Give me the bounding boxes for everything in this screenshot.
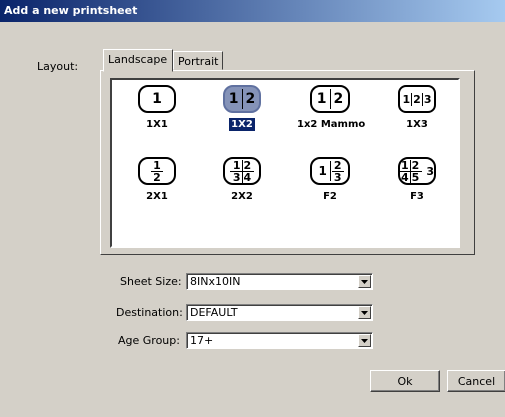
layout-item-label: 2X2 xyxy=(231,191,253,202)
layout-item-1x1[interactable]: 1 1X1 xyxy=(122,85,192,140)
title-bar: Add a new printsheet xyxy=(0,0,505,22)
layout-item-label: F3 xyxy=(410,191,424,202)
destination-value: DEFAULT xyxy=(190,306,238,319)
layout-grid: 1 1X1 12 1X2 12 1x2 Mammo 123 1X3 12 2X1… xyxy=(110,78,460,248)
ok-button[interactable]: Ok xyxy=(370,370,440,392)
age-group-select[interactable]: 17+ xyxy=(186,332,373,349)
layout-item-label: 1X1 xyxy=(146,119,168,130)
layout-item-f3[interactable]: 12453 F3 xyxy=(382,157,452,212)
layout-item-label: 1X2 xyxy=(229,118,255,131)
layout-item-1x2[interactable]: 12 1X2 xyxy=(207,85,277,140)
age-group-label: Age Group: xyxy=(118,334,180,347)
layout-item-1x2-mammo[interactable]: 12 1x2 Mammo xyxy=(295,85,365,140)
tab-landscape[interactable]: Landscape xyxy=(103,49,173,72)
layout-item-1x3[interactable]: 123 1X3 xyxy=(382,85,452,140)
layout-item-2x2[interactable]: 1234 2X2 xyxy=(207,157,277,212)
layout-item-label: 1X3 xyxy=(406,119,428,130)
chevron-down-icon[interactable] xyxy=(358,306,371,319)
layout-item-2x1[interactable]: 12 2X1 xyxy=(122,157,192,212)
layout-1x1-icon: 1 xyxy=(138,85,176,113)
layout-item-label: F2 xyxy=(323,191,337,202)
layout-f3-icon: 12453 xyxy=(398,157,436,185)
sheet-size-value: 8INx10IN xyxy=(190,275,241,288)
layout-item-label: 1x2 Mammo xyxy=(297,119,366,130)
age-group-value: 17+ xyxy=(190,334,214,347)
tab-portrait[interactable]: Portrait xyxy=(173,51,223,70)
cancel-button[interactable]: Cancel xyxy=(447,370,505,392)
layout-1x2-icon: 12 xyxy=(223,85,261,113)
layout-item-label: 2X1 xyxy=(146,191,168,202)
layout-f2-icon: 123 xyxy=(310,157,350,185)
sheet-size-select[interactable]: 8INx10IN xyxy=(186,273,373,290)
layout-2x1-icon: 12 xyxy=(138,157,176,185)
destination-label: Destination: xyxy=(116,306,183,319)
layout-1x3-icon: 123 xyxy=(398,85,436,113)
layout-item-f2[interactable]: 123 F2 xyxy=(295,157,365,212)
chevron-down-icon[interactable] xyxy=(358,334,371,347)
layout-1x2-mammo-icon: 12 xyxy=(310,85,350,113)
sheet-size-label: Sheet Size: xyxy=(120,275,182,288)
window-title: Add a new printsheet xyxy=(4,4,138,17)
destination-select[interactable]: DEFAULT xyxy=(186,304,373,321)
layout-2x2-icon: 1234 xyxy=(223,157,261,185)
layout-label: Layout: xyxy=(37,60,79,73)
chevron-down-icon[interactable] xyxy=(358,275,371,288)
